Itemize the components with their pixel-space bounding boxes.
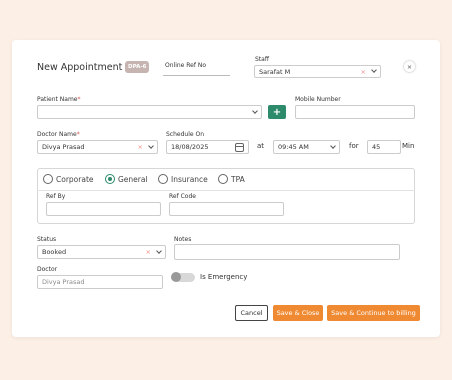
online-ref-input[interactable] bbox=[163, 64, 230, 76]
emergency-label: Is Emergency bbox=[200, 273, 248, 281]
patient-name-select[interactable] bbox=[37, 105, 262, 119]
time-value: 09:45 AM bbox=[278, 143, 309, 151]
schedule-date: 18/08/2025 bbox=[171, 143, 209, 151]
dialog-title: New Appointment bbox=[37, 62, 123, 73]
radio-insurance[interactable]: Insurance bbox=[158, 174, 208, 184]
clear-status-icon[interactable]: × bbox=[146, 248, 151, 256]
duration-value: 45 bbox=[372, 143, 381, 151]
staff-label: Staff bbox=[255, 56, 269, 63]
duration-input[interactable]: 45 bbox=[367, 140, 401, 154]
notes-input[interactable] bbox=[174, 244, 400, 260]
duration-unit: Min bbox=[402, 142, 415, 150]
appointment-id-badge: DPA-6 bbox=[125, 61, 150, 73]
ref-by-label: Ref By bbox=[46, 193, 66, 200]
add-patient-button[interactable]: + bbox=[268, 105, 286, 119]
doctor-input[interactable]: Divya Prasad bbox=[37, 275, 163, 289]
radio-button-selected[interactable] bbox=[105, 174, 115, 184]
save-close-button[interactable]: Save & Close bbox=[273, 305, 323, 321]
mobile-input[interactable] bbox=[295, 105, 415, 119]
ref-by-input[interactable] bbox=[46, 202, 161, 216]
doctor-label: Doctor bbox=[37, 266, 58, 273]
notes-label: Notes bbox=[174, 236, 192, 243]
appointment-dialog: New Appointment DPA-6 Online Ref No Staf… bbox=[12, 40, 440, 337]
clear-staff-icon[interactable]: × bbox=[361, 68, 366, 76]
emergency-toggle[interactable] bbox=[171, 272, 195, 283]
divider bbox=[37, 190, 415, 191]
chevron-down-icon bbox=[371, 67, 377, 73]
chevron-down-icon bbox=[156, 247, 162, 254]
chevron-down-icon bbox=[148, 142, 154, 149]
staff-select[interactable]: Sarafat M × bbox=[254, 65, 381, 78]
save-continue-billing-button[interactable]: Save & Continue to billing bbox=[327, 305, 420, 321]
ref-code-input[interactable] bbox=[169, 202, 284, 216]
mobile-label: Mobile Number bbox=[295, 96, 341, 103]
status-label: Status bbox=[37, 236, 57, 243]
radio-button[interactable] bbox=[218, 174, 228, 184]
schedule-date-input[interactable]: 18/08/2025 bbox=[166, 140, 249, 154]
ref-code-label: Ref Code bbox=[169, 193, 196, 200]
chevron-down-icon bbox=[252, 107, 258, 114]
doctor-name-label: Doctor Name* bbox=[37, 131, 80, 138]
status-value: Booked bbox=[42, 248, 67, 256]
close-button[interactable]: × bbox=[404, 61, 415, 72]
radio-button[interactable] bbox=[43, 174, 53, 184]
at-label: at bbox=[257, 142, 265, 150]
toggle-knob bbox=[171, 272, 181, 282]
doctor-value: Divya Prasad bbox=[42, 143, 85, 151]
for-label: for bbox=[349, 142, 359, 150]
calendar-icon[interactable] bbox=[235, 142, 244, 152]
radio-corporate[interactable]: Corporate bbox=[43, 174, 94, 184]
cancel-button[interactable]: Cancel bbox=[235, 305, 268, 321]
patient-name-label: Patient Name* bbox=[37, 96, 81, 103]
staff-value: Sarafat M bbox=[259, 67, 291, 76]
clear-doctor-icon[interactable]: × bbox=[138, 143, 143, 151]
radio-general[interactable]: General bbox=[105, 174, 148, 184]
schedule-label: Schedule On bbox=[166, 131, 205, 138]
close-icon: × bbox=[406, 62, 413, 71]
status-select[interactable]: Booked × bbox=[37, 245, 166, 259]
chevron-down-icon bbox=[330, 142, 336, 149]
radio-tpa[interactable]: TPA bbox=[218, 174, 245, 184]
doctor-select[interactable]: Divya Prasad × bbox=[37, 140, 158, 154]
radio-button[interactable] bbox=[158, 174, 168, 184]
doctor-placeholder: Divya Prasad bbox=[42, 278, 85, 286]
time-select[interactable]: 09:45 AM bbox=[273, 140, 340, 154]
